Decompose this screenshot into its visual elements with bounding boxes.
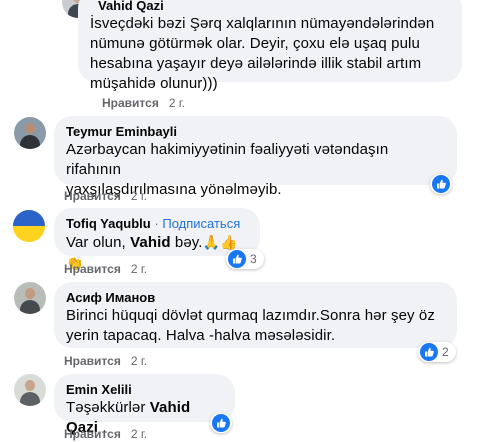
avatar-body	[20, 135, 40, 149]
subscribe-link[interactable]: Подписаться	[162, 216, 240, 231]
comment-bubble: Teymur Eminbayli Azərbaycan hakimiyyətin…	[54, 116, 457, 198]
comment-author-row: Tofiq Yaqublu · Подписаться	[66, 216, 248, 232]
like-link[interactable]: Нравится	[64, 354, 121, 368]
text-segment: Təşəkkürlər	[66, 399, 150, 416]
comment-bubble: Асиф Иманов Birinci hüquqi dövlət qurmaq…	[54, 282, 457, 348]
comment-bubble: Vahid Qazi İsveçdəki bəzi Şərq xalqların…	[78, 0, 462, 92]
comment-bubble: Tofiq Yaqublu · Подписаться Var olun, Va…	[54, 208, 260, 271]
comment-time[interactable]: 2 г.	[169, 96, 185, 110]
comment-text-line: hesabına yaşayır deyə ailələrində illik …	[90, 55, 422, 72]
comment-author[interactable]: Teymur Eminbayli	[66, 124, 445, 140]
reaction-badge[interactable]	[210, 413, 232, 433]
comment-avatar[interactable]	[13, 210, 45, 242]
reaction-badge[interactable]: 3	[226, 249, 264, 269]
reaction-badge[interactable]	[430, 174, 452, 194]
comment-text-line: müşahidə olunur)))	[90, 75, 218, 92]
comment-author[interactable]: Vahid Qazi	[98, 0, 450, 14]
comment-avatar[interactable]	[14, 374, 46, 406]
comment-author[interactable]: Emin Xelili	[66, 382, 223, 398]
comment-avatar[interactable]	[14, 282, 46, 314]
like-link[interactable]: Нравится	[64, 262, 121, 276]
avatar-head	[25, 123, 35, 134]
comment-author[interactable]: Tofiq Yaqublu	[66, 216, 151, 231]
text-segment: Var olun,	[66, 234, 131, 251]
reaction-count: 2	[442, 345, 449, 359]
like-reaction-icon	[228, 250, 246, 268]
comment-time[interactable]: 2 г.	[131, 354, 147, 368]
like-link[interactable]: Нравится	[64, 189, 121, 203]
avatar-head	[25, 288, 35, 299]
comment-time[interactable]: 2 г.	[131, 262, 147, 276]
reaction-count: 3	[250, 252, 257, 266]
like-reaction-icon	[420, 343, 438, 361]
like-reaction-icon	[212, 414, 230, 432]
comment-text-line: nümunə götürmək olar. Deyir, çoxu elə uş…	[90, 35, 420, 52]
flag-avatar-icon	[13, 210, 45, 242]
comment-avatar[interactable]	[14, 117, 46, 149]
comment-actions: Нравится 2 г.	[64, 426, 147, 442]
like-link[interactable]: Нравится	[64, 427, 121, 441]
like-link[interactable]: Нравится	[102, 96, 159, 110]
comment-actions: Нравится 2 г.	[64, 353, 147, 369]
mention-link[interactable]: Vahid	[130, 234, 171, 251]
comment-text-line: Azərbaycan hakimiyyətinin fəaliyyəti vət…	[66, 141, 389, 178]
comment-time[interactable]: 2 г.	[131, 427, 147, 441]
avatar-body	[20, 300, 40, 314]
avatar-head	[25, 380, 35, 391]
like-reaction-icon	[432, 175, 450, 193]
comment-time[interactable]: 2 г.	[131, 189, 147, 203]
comment-text-line: İsveçdəki bəzi Şərq xalqlarının nümayənd…	[90, 15, 435, 32]
comment-actions: Нравится 2 г.	[64, 261, 147, 277]
reaction-badge[interactable]: 2	[418, 342, 456, 362]
text-segment: bəy.	[170, 234, 203, 251]
comment-author[interactable]: Асиф Иманов	[66, 290, 445, 306]
comment-text-line: yerin tapacaq. Halva -halva məsələsidir.	[66, 327, 336, 344]
comment-bubble: Emin Xelili Təşəkkürlər Vahid Qazi .	[54, 374, 235, 436]
comment-text-line: Birinci hüquqi dövlət qurmaq lazımdır.So…	[66, 307, 435, 324]
separator-dot: ·	[154, 216, 159, 231]
avatar-body	[20, 392, 40, 406]
comment-actions: Нравится 2 г.	[64, 188, 147, 204]
comment-actions: Нравится 2 г.	[102, 95, 185, 111]
